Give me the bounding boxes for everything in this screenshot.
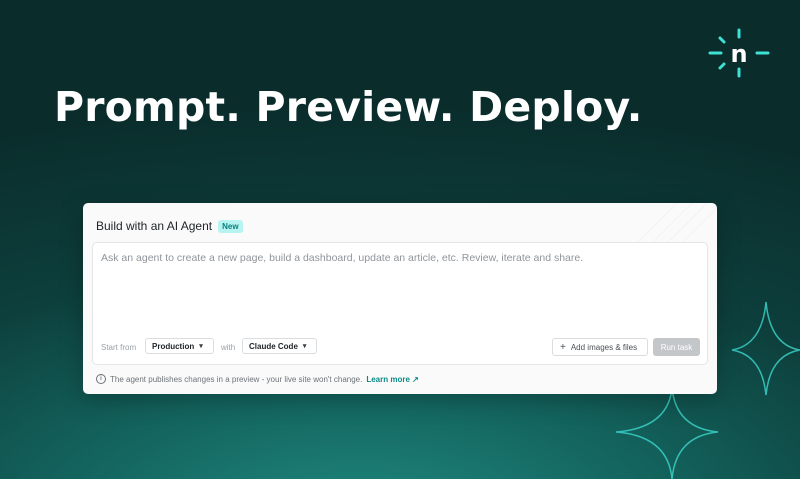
chevron-down-icon: ▾: [302, 343, 307, 350]
chevron-down-icon: ▾: [199, 343, 203, 350]
add-images-button[interactable]: + Add images & files: [552, 338, 648, 356]
start-from-select[interactable]: Production ▾: [145, 338, 214, 354]
card-title: Build with an AI Agent New: [96, 219, 243, 233]
with-label: with: [221, 343, 236, 352]
footer-text: The agent publishes changes in a preview…: [110, 374, 363, 384]
run-task-button[interactable]: Run task: [653, 338, 700, 356]
agent-value: Claude Code: [249, 341, 298, 351]
info-icon: i: [96, 374, 106, 384]
start-from-value: Production: [152, 341, 195, 351]
prompt-composer[interactable]: Ask an agent to create a new page, build…: [92, 242, 708, 365]
new-badge: New: [218, 219, 243, 233]
card-footer: i The agent publishes changes in a previ…: [96, 374, 419, 384]
page-headline: Prompt. Preview. Deploy.: [54, 83, 643, 131]
learn-more-link[interactable]: Learn more ↗: [366, 375, 419, 384]
card-title-text: Build with an AI Agent: [96, 219, 213, 233]
ai-agent-card: Build with an AI Agent New Ask an agent …: [83, 203, 717, 394]
prompt-input[interactable]: Ask an agent to create a new page, build…: [101, 252, 583, 264]
run-task-label: Run task: [660, 342, 693, 352]
composer-controls: Start from Production ▾ with Claude Code…: [101, 338, 700, 356]
netlify-logo-icon: n: [708, 28, 770, 78]
logo-letter: n: [730, 40, 747, 68]
add-images-label: Add images & files: [570, 342, 638, 352]
agent-select[interactable]: Claude Code ▾: [242, 338, 317, 354]
plus-icon: +: [560, 341, 566, 353]
start-from-label: Start from: [101, 343, 137, 352]
